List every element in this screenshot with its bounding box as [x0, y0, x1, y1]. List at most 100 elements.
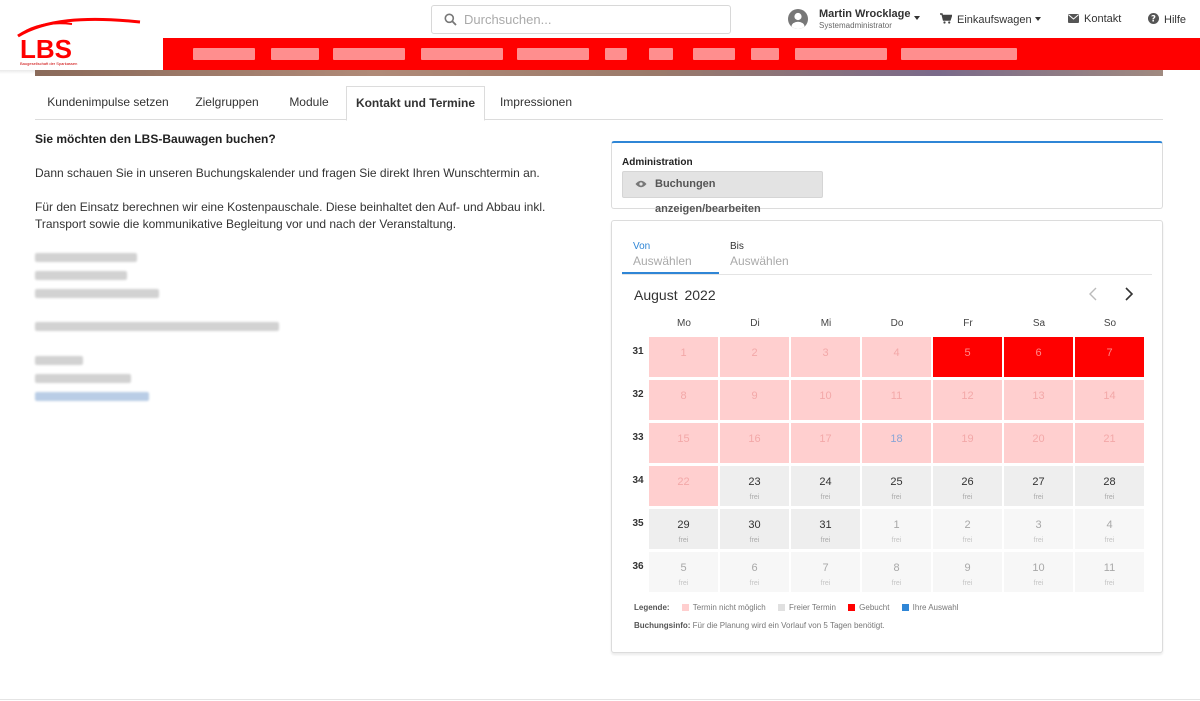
calendar-day[interactable]: 12 [933, 380, 1002, 420]
user-icon [791, 12, 805, 29]
contact-line-redacted [35, 356, 83, 365]
nav-item-blurred[interactable] [751, 48, 779, 60]
nav-item-blurred[interactable] [605, 48, 627, 60]
calendar-day[interactable]: 3 frei [1004, 509, 1073, 549]
calendar-day[interactable]: 8 frei [862, 552, 931, 592]
contact-email-link-redacted[interactable] [35, 392, 149, 401]
calendar-day[interactable]: 6 [1004, 337, 1073, 377]
day-status: frei [678, 580, 689, 587]
calendar-day[interactable]: 21 [1075, 423, 1144, 463]
day-status: frei [1033, 580, 1044, 587]
envelope-icon [1068, 14, 1079, 23]
nav-item-blurred[interactable] [271, 48, 319, 60]
calendar-day[interactable]: 2 [720, 337, 789, 377]
to-label: Bis [730, 241, 744, 252]
contact-link[interactable]: Kontakt [1068, 13, 1121, 25]
tab-impressionen[interactable]: Impressionen [486, 86, 586, 120]
tab-kundenimpulse[interactable]: Kundenimpulse setzen [35, 86, 181, 120]
weekday-header: Mo [677, 318, 691, 329]
calendar-day[interactable]: 7 frei [791, 552, 860, 592]
calendar-day[interactable]: 15 [649, 423, 718, 463]
calendar-day[interactable]: 30 frei [720, 509, 789, 549]
day-status: frei [678, 537, 689, 544]
range-to-tab[interactable]: Bis Auswählen [730, 241, 818, 275]
week-number: 31 [632, 346, 644, 357]
calendar-day[interactable]: 26 frei [933, 466, 1002, 506]
day-status: frei [820, 580, 831, 587]
day-number: 21 [1103, 433, 1116, 445]
top-bar: LBS Baugesellschaft der Sparkassen Marti… [0, 0, 1200, 74]
help-link[interactable]: ? Hilfe [1148, 13, 1186, 26]
calendar-day[interactable]: 13 [1004, 380, 1073, 420]
day-number: 11 [1103, 562, 1116, 574]
day-number: 25 [890, 476, 903, 488]
calendar-day[interactable]: 10 frei [1004, 552, 1073, 592]
calendar-day[interactable]: 18 [862, 423, 931, 463]
calendar-day[interactable]: 20 [1004, 423, 1073, 463]
calendar-day[interactable]: 9 frei [933, 552, 1002, 592]
nav-item-blurred[interactable] [693, 48, 735, 60]
calendar-day[interactable]: 19 [933, 423, 1002, 463]
calendar-day[interactable]: 6 frei [720, 552, 789, 592]
day-status: frei [1104, 494, 1115, 501]
calendar-day[interactable]: 8 [649, 380, 718, 420]
nav-item-blurred[interactable] [795, 48, 887, 60]
calendar-day[interactable]: 22 [649, 466, 718, 506]
day-status: frei [1104, 580, 1115, 587]
calendar-day[interactable]: 27 frei [1004, 466, 1073, 506]
nav-item-blurred[interactable] [421, 48, 503, 60]
calendar-day[interactable]: 1 [649, 337, 718, 377]
next-month-button[interactable] [1120, 284, 1138, 304]
day-number: 29 [677, 519, 690, 531]
tab-kontakt-und-termine[interactable]: Kontakt und Termine [346, 86, 485, 121]
previous-month-button[interactable] [1084, 284, 1102, 304]
nav-item-blurred[interactable] [193, 48, 255, 60]
range-active-indicator [622, 272, 719, 274]
week-number: 33 [632, 432, 644, 443]
to-value: Auswählen [730, 254, 789, 268]
calendar-day[interactable]: 9 [720, 380, 789, 420]
calendar-day[interactable]: 3 [791, 337, 860, 377]
weekday-header: Do [890, 318, 904, 329]
calendar-day[interactable]: 11 [862, 380, 931, 420]
calendar-day[interactable]: 5 frei [649, 552, 718, 592]
calendar-day[interactable]: 16 [720, 423, 789, 463]
nav-item-blurred[interactable] [901, 48, 1017, 60]
calendar-day[interactable]: 25 frei [862, 466, 931, 506]
range-from-tab[interactable]: Von Auswählen [633, 241, 721, 275]
day-number: 1 [893, 519, 900, 531]
main-navigation-bar [163, 38, 1200, 70]
calendar-day[interactable]: 1 frei [862, 509, 931, 549]
cart-link[interactable]: Einkaufswagen [940, 13, 1032, 26]
nav-item-blurred[interactable] [649, 48, 673, 60]
calendar-day[interactable]: 29 frei [649, 509, 718, 549]
calendar-day[interactable]: 31 frei [791, 509, 860, 549]
search-box[interactable] [431, 5, 731, 34]
calendar-day[interactable]: 7 [1075, 337, 1144, 377]
calendar-day[interactable]: 10 [791, 380, 860, 420]
day-status: frei [1033, 494, 1044, 501]
calendar-day[interactable]: 28 frei [1075, 466, 1144, 506]
calendar-day[interactable]: 11 frei [1075, 552, 1144, 592]
calendar-day[interactable]: 14 [1075, 380, 1144, 420]
day-status: frei [749, 537, 760, 544]
calendar-day[interactable]: 2 frei [933, 509, 1002, 549]
tab-zielgruppen[interactable]: Zielgruppen [182, 86, 272, 120]
search-input[interactable] [464, 6, 724, 33]
calendar-day[interactable]: 23 frei [720, 466, 789, 506]
calendar-day[interactable]: 5 [933, 337, 1002, 377]
calendar-day[interactable]: 4 frei [1075, 509, 1144, 549]
day-number: 9 [751, 390, 758, 402]
lbs-logo[interactable]: LBS Baugesellschaft der Sparkassen [14, 14, 144, 66]
calendar-day[interactable]: 24 frei [791, 466, 860, 506]
cart-chevron-down-icon[interactable] [1035, 17, 1041, 21]
tab-module[interactable]: Module [273, 86, 345, 120]
day-number: 4 [1106, 519, 1113, 531]
calendar-day[interactable]: 17 [791, 423, 860, 463]
day-number: 18 [890, 433, 903, 445]
nav-item-blurred[interactable] [517, 48, 589, 60]
eye-icon [635, 180, 647, 188]
view-bookings-button[interactable]: Buchungen anzeigen/bearbeiten [622, 171, 823, 215]
nav-item-blurred[interactable] [333, 48, 405, 60]
calendar-day[interactable]: 4 [862, 337, 931, 377]
